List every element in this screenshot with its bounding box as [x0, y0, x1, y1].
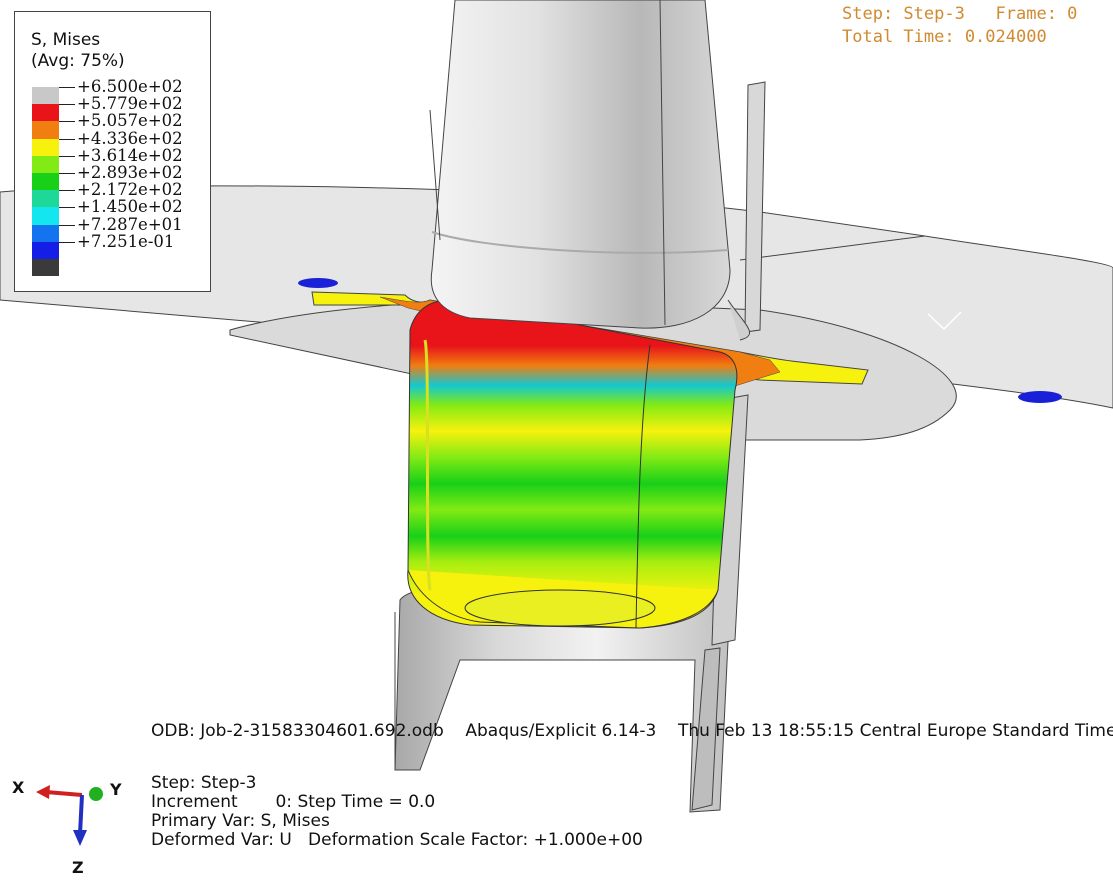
legend-title: S, Mises (Avg: 75%) — [31, 30, 125, 72]
triad-y-label: Y — [110, 780, 122, 799]
legend-value-label: +4.336e+02 — [77, 128, 183, 148]
legend-value-label: +5.779e+02 — [77, 94, 183, 114]
step-line: Step: Step-3 — [151, 773, 257, 793]
legend-tick — [59, 87, 75, 88]
legend-swatch — [32, 173, 59, 191]
legend-tick — [59, 138, 75, 140]
legend-value-label: +2.172e+02 — [77, 180, 183, 200]
legend-value-label: +1.450e+02 — [77, 197, 183, 217]
legend-swatch — [32, 207, 59, 225]
deformed-var-line: Deformed Var: U Deformation Scale Factor… — [151, 830, 643, 850]
triad-z-arrow — [73, 830, 87, 846]
legend-swatch — [32, 224, 59, 242]
step-frame-line: Step: Step-3 Frame: 0 — [842, 4, 1078, 24]
legend-tick — [59, 121, 75, 123]
legend-value-label: +5.057e+02 — [77, 111, 183, 131]
legend-swatch — [32, 241, 59, 259]
triad-x-label: X — [12, 778, 25, 797]
step-frame-info: Step: Step-3 Frame: 0 Total Time: 0.02400… — [842, 3, 1077, 49]
legend-value-label: +2.893e+02 — [77, 163, 183, 182]
triad-z-label: Z — [72, 858, 84, 877]
legend-swatch — [32, 104, 59, 122]
step-info-block: Step: Step-3 Increment 0: Step Time = 0.0… — [151, 774, 643, 850]
legend-value-label: +7.287e+01 — [77, 214, 183, 234]
legend-tick — [59, 224, 75, 226]
triad-y-axis — [89, 787, 103, 801]
legend-swatch — [32, 138, 59, 156]
legend-tick — [59, 190, 75, 192]
legend-tick — [59, 155, 75, 157]
legend-swatch — [32, 87, 59, 105]
primary-var-line: Primary Var: S, Mises — [151, 811, 330, 831]
legend-title-variable: S, Mises — [31, 30, 101, 50]
legend-tick — [59, 207, 75, 209]
legend-tick — [59, 241, 75, 243]
legend-value-label: +6.500e+02 — [77, 77, 183, 96]
legend-swatch — [32, 259, 59, 277]
triad-x-axis — [45, 790, 83, 797]
triad-z-axis — [78, 794, 84, 835]
legend-swatch — [32, 121, 59, 139]
legend-tick — [59, 173, 75, 174]
legend-swatch — [32, 155, 59, 173]
total-time-line: Total Time: 0.024000 — [842, 27, 1047, 47]
triad-x-arrow — [36, 785, 50, 799]
orientation-triad: X Y Z — [6, 772, 136, 877]
increment-line: Increment 0: Step Time = 0.0 — [151, 792, 436, 812]
legend-value-label: +3.614e+02 — [77, 145, 183, 165]
legend-value-label: +7.251e-01 — [77, 231, 175, 251]
contour-legend[interactable]: S, Mises (Avg: 75%) +6.500e+02 +5.779e+02… — [14, 11, 211, 292]
legend-title-averaging: (Avg: 75%) — [31, 51, 125, 71]
legend-swatch — [32, 190, 59, 208]
legend-tick — [59, 104, 75, 106]
odb-info-line: ODB: Job-2-31583304601.692.odb Abaqus/Ex… — [151, 722, 1113, 741]
